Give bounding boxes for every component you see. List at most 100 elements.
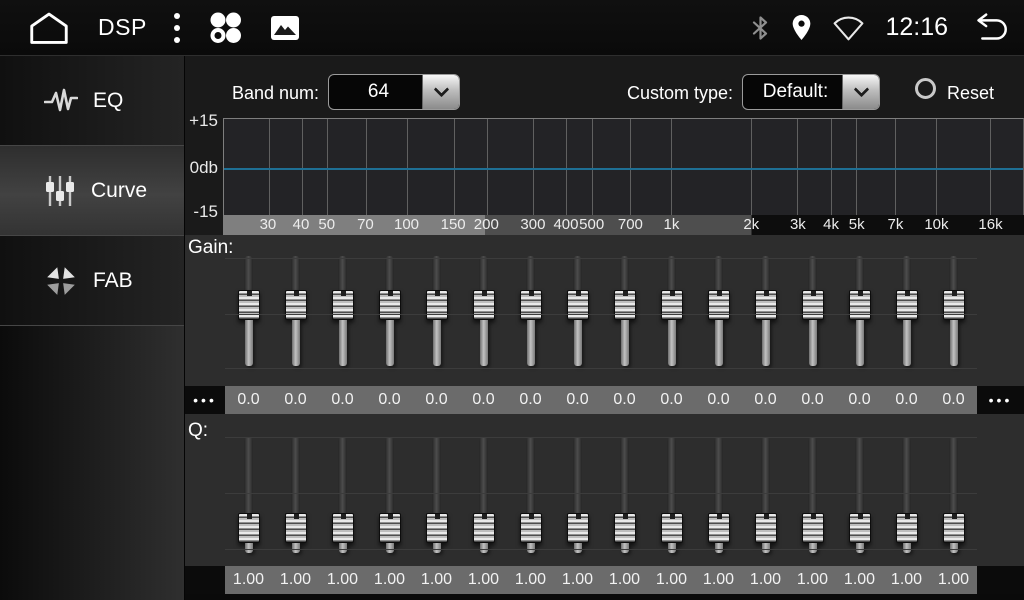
q-slider[interactable] bbox=[413, 432, 460, 560]
gain-slider[interactable] bbox=[648, 250, 695, 382]
slider-knob[interactable] bbox=[473, 290, 495, 320]
slider-knob[interactable] bbox=[755, 290, 777, 320]
slider-knob[interactable] bbox=[567, 513, 589, 543]
slider-knob[interactable] bbox=[661, 290, 683, 320]
sidebar-item-eq[interactable]: EQ bbox=[0, 56, 184, 146]
gain-slider[interactable] bbox=[272, 250, 319, 382]
q-slider[interactable] bbox=[460, 432, 507, 560]
sidebar-item-curve[interactable]: Curve bbox=[0, 146, 184, 236]
slider-rail-top[interactable] bbox=[385, 437, 394, 513]
gain-slider[interactable] bbox=[319, 250, 366, 382]
slider-rail-bottom[interactable] bbox=[574, 320, 582, 366]
slider-knob[interactable] bbox=[943, 290, 965, 320]
slider-knob[interactable] bbox=[802, 513, 824, 543]
q-slider[interactable] bbox=[225, 432, 272, 560]
slider-knob[interactable] bbox=[238, 290, 260, 320]
slider-rail-bottom[interactable] bbox=[668, 320, 676, 366]
kebab-menu-icon[interactable] bbox=[173, 11, 181, 45]
q-slider[interactable] bbox=[272, 432, 319, 560]
q-more-left-button[interactable] bbox=[185, 566, 225, 594]
gain-slider[interactable] bbox=[601, 250, 648, 382]
clover-apps-icon[interactable] bbox=[207, 10, 244, 46]
q-slider[interactable] bbox=[883, 432, 930, 560]
slider-knob[interactable] bbox=[332, 513, 354, 543]
q-more-right-button[interactable] bbox=[977, 566, 1024, 594]
q-slider[interactable] bbox=[601, 432, 648, 560]
slider-rail-bottom[interactable] bbox=[339, 543, 347, 553]
slider-rail-bottom[interactable] bbox=[339, 320, 347, 366]
slider-rail-bottom[interactable] bbox=[762, 320, 770, 366]
slider-rail-bottom[interactable] bbox=[903, 320, 911, 366]
slider-rail-bottom[interactable] bbox=[292, 320, 300, 366]
slider-rail-bottom[interactable] bbox=[903, 543, 911, 553]
slider-rail-bottom[interactable] bbox=[480, 543, 488, 553]
slider-rail-bottom[interactable] bbox=[433, 320, 441, 366]
slider-rail-bottom[interactable] bbox=[856, 543, 864, 553]
slider-knob[interactable] bbox=[238, 513, 260, 543]
slider-rail-bottom[interactable] bbox=[292, 543, 300, 553]
slider-rail-bottom[interactable] bbox=[245, 320, 253, 366]
slider-rail-bottom[interactable] bbox=[527, 320, 535, 366]
home-icon[interactable] bbox=[26, 10, 72, 46]
slider-knob[interactable] bbox=[896, 290, 918, 320]
slider-knob[interactable] bbox=[708, 513, 730, 543]
slider-rail-top[interactable] bbox=[479, 256, 488, 290]
q-slider[interactable] bbox=[695, 432, 742, 560]
slider-rail-top[interactable] bbox=[432, 437, 441, 513]
q-slider[interactable] bbox=[836, 432, 883, 560]
gain-slider[interactable] bbox=[836, 250, 883, 382]
slider-knob[interactable] bbox=[379, 290, 401, 320]
slider-rail-top[interactable] bbox=[761, 256, 770, 290]
slider-rail-bottom[interactable] bbox=[809, 543, 817, 553]
gain-slider[interactable] bbox=[413, 250, 460, 382]
slider-rail-bottom[interactable] bbox=[527, 543, 535, 553]
slider-rail-top[interactable] bbox=[291, 256, 300, 290]
chevron-down-icon[interactable] bbox=[422, 75, 459, 109]
slider-rail-bottom[interactable] bbox=[809, 320, 817, 366]
slider-rail-bottom[interactable] bbox=[480, 320, 488, 366]
gain-slider[interactable] bbox=[554, 250, 601, 382]
gallery-icon[interactable] bbox=[270, 15, 300, 41]
slider-knob[interactable] bbox=[426, 290, 448, 320]
slider-knob[interactable] bbox=[473, 513, 495, 543]
slider-knob[interactable] bbox=[426, 513, 448, 543]
slider-knob[interactable] bbox=[567, 290, 589, 320]
slider-rail-top[interactable] bbox=[526, 256, 535, 290]
slider-knob[interactable] bbox=[332, 290, 354, 320]
slider-rail-bottom[interactable] bbox=[386, 320, 394, 366]
gain-slider[interactable] bbox=[883, 250, 930, 382]
slider-rail-top[interactable] bbox=[244, 256, 253, 290]
slider-knob[interactable] bbox=[849, 513, 871, 543]
q-slider[interactable] bbox=[789, 432, 836, 560]
slider-rail-bottom[interactable] bbox=[715, 320, 723, 366]
gain-more-left-button[interactable]: ••• bbox=[185, 386, 225, 414]
back-arrow-icon[interactable] bbox=[968, 13, 1010, 42]
slider-rail-top[interactable] bbox=[338, 437, 347, 513]
slider-rail-top[interactable] bbox=[761, 437, 770, 513]
slider-rail-top[interactable] bbox=[902, 256, 911, 290]
gain-slider[interactable] bbox=[366, 250, 413, 382]
slider-rail-bottom[interactable] bbox=[386, 543, 394, 553]
q-slider[interactable] bbox=[742, 432, 789, 560]
slider-knob[interactable] bbox=[520, 290, 542, 320]
slider-knob[interactable] bbox=[285, 513, 307, 543]
gain-slider[interactable] bbox=[789, 250, 836, 382]
slider-knob[interactable] bbox=[943, 513, 965, 543]
gain-slider[interactable] bbox=[930, 250, 977, 382]
slider-rail-bottom[interactable] bbox=[715, 543, 723, 553]
slider-rail-top[interactable] bbox=[432, 256, 441, 290]
gain-slider[interactable] bbox=[742, 250, 789, 382]
slider-rail-top[interactable] bbox=[526, 437, 535, 513]
slider-knob[interactable] bbox=[614, 513, 636, 543]
slider-rail-top[interactable] bbox=[714, 437, 723, 513]
slider-rail-bottom[interactable] bbox=[856, 320, 864, 366]
slider-rail-top[interactable] bbox=[808, 437, 817, 513]
slider-knob[interactable] bbox=[755, 513, 777, 543]
slider-rail-top[interactable] bbox=[338, 256, 347, 290]
slider-knob[interactable] bbox=[285, 290, 307, 320]
slider-rail-top[interactable] bbox=[902, 437, 911, 513]
slider-knob[interactable] bbox=[802, 290, 824, 320]
custom-type-dropdown[interactable]: Default: bbox=[742, 74, 880, 110]
gain-slider[interactable] bbox=[695, 250, 742, 382]
slider-rail-top[interactable] bbox=[855, 256, 864, 290]
